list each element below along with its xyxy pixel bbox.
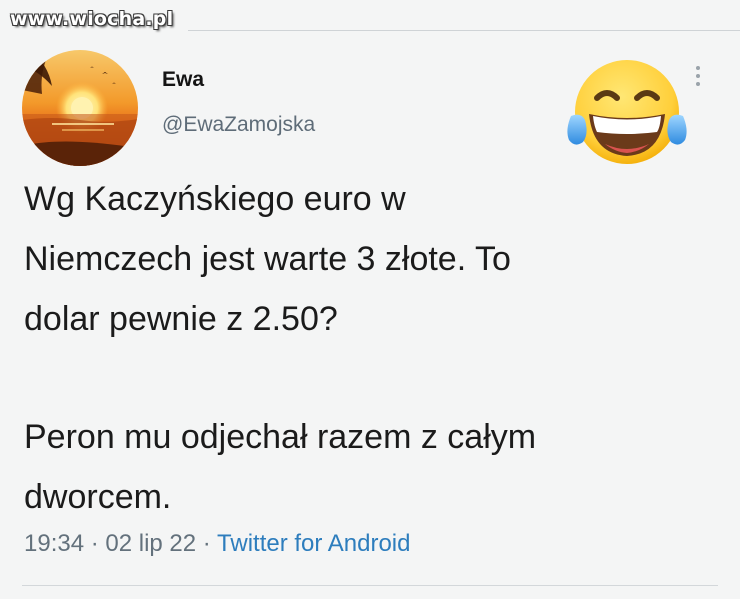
tweet-paragraph-2: Peron mu odjechał razem z całym dworcem.	[24, 408, 724, 528]
tweet-paragraph-1: Wg Kaczyńskiego euro w Niemczech jest wa…	[24, 170, 724, 349]
top-divider	[188, 30, 740, 31]
tweet-line: Peron mu odjechał razem z całym	[24, 418, 537, 457]
tweet-text: Wg Kaczyńskiego euro w Niemczech jest wa…	[24, 170, 724, 528]
tweet-line: Wg Kaczyńskiego euro w	[24, 180, 406, 218]
sunset-avatar-image	[22, 50, 138, 166]
tweet-time[interactable]: 19:34	[24, 530, 84, 557]
author-handle[interactable]: @EwaZamojska	[162, 113, 315, 137]
avatar[interactable]	[22, 50, 138, 166]
tweet-line: dworcem.	[24, 478, 172, 517]
bottom-divider	[22, 585, 718, 586]
meta-separator: ·	[196, 530, 218, 557]
tweet-date[interactable]: 02 lip 22	[105, 530, 196, 557]
tweet-line: Niemczech jest warte 3 złote. To	[24, 239, 511, 278]
author-display-name[interactable]: Ewa	[162, 68, 204, 92]
tears-of-joy-emoji-icon	[563, 56, 687, 168]
tweet-line: dolar pewnie z 2.50?	[24, 299, 338, 338]
tweet-metadata: 19:34 · 02 lip 22 · Twitter for Android	[24, 530, 410, 558]
watermark-text: www.wiocha.pl	[10, 8, 174, 30]
tweet-source-link[interactable]: Twitter for Android	[217, 530, 410, 557]
more-options-icon[interactable]	[693, 66, 703, 92]
meta-separator: ·	[84, 530, 106, 557]
